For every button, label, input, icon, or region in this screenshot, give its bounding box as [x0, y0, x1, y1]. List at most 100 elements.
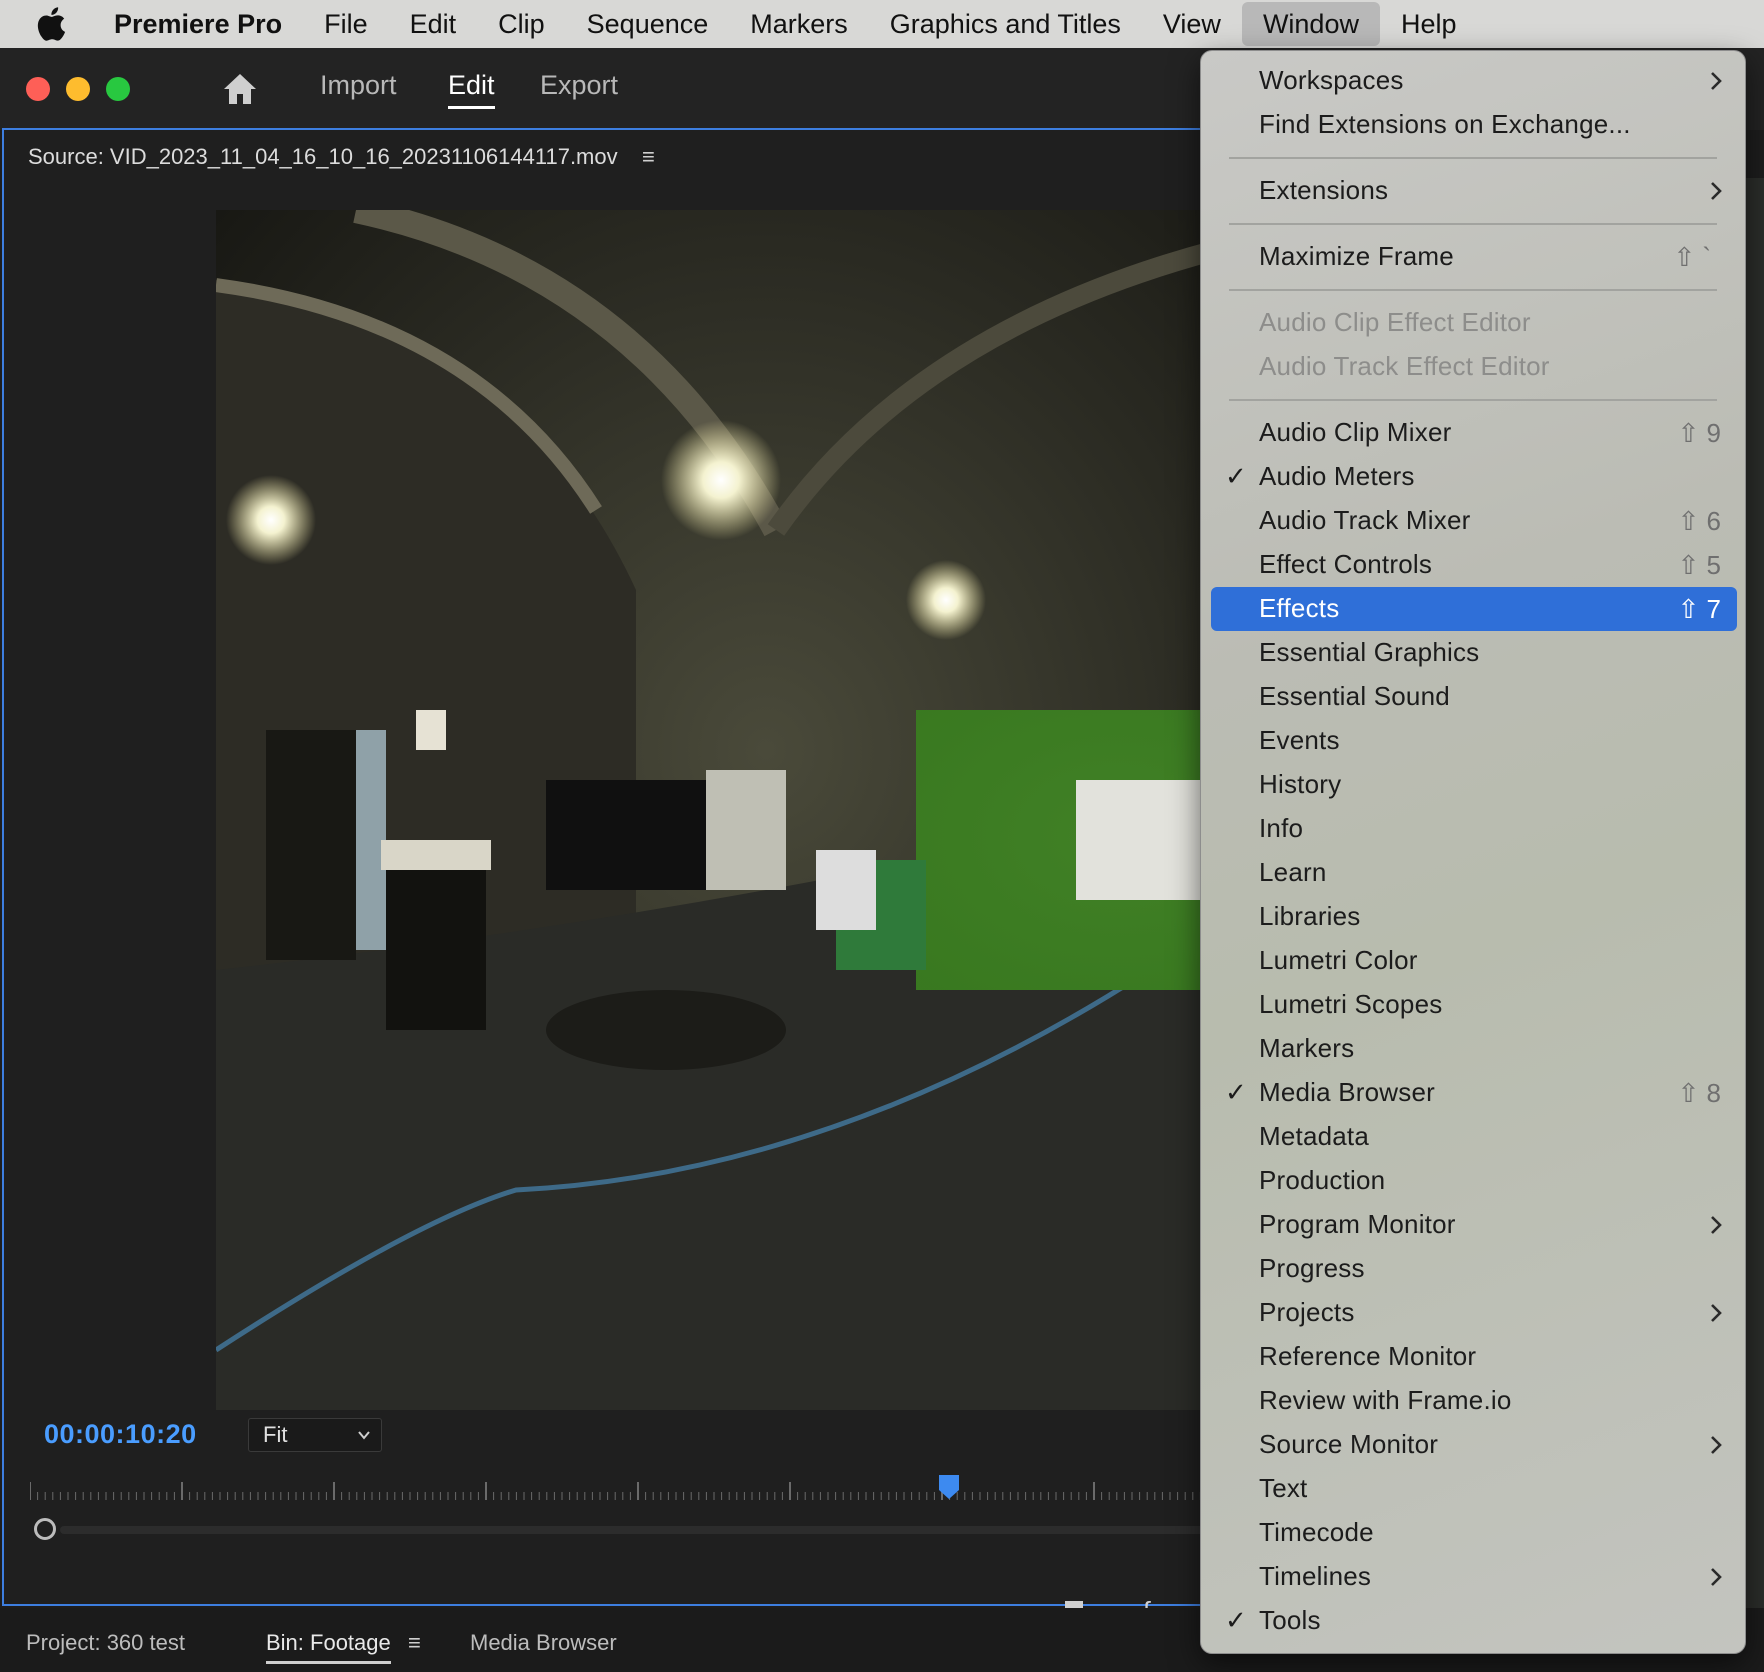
home-icon[interactable] — [222, 72, 258, 106]
close-window-button[interactable] — [26, 77, 50, 101]
menu-item-essential-sound[interactable]: Essential Sound — [1211, 675, 1737, 719]
source-monitor-panel: Source: VID_2023_11_04_16_10_16_20231106… — [2, 128, 1302, 1606]
menu-help[interactable]: Help — [1380, 0, 1478, 48]
menu-item-markers[interactable]: Markers — [1211, 1027, 1737, 1071]
menu-item-label: Timelines — [1259, 1561, 1372, 1591]
playhead-icon[interactable] — [938, 1474, 960, 1500]
menu-item-shortcut: ⇧ 6 — [1677, 506, 1721, 536]
macos-menu-bar: Premiere Pro File Edit Clip Sequence Mar… — [0, 0, 1764, 48]
menu-item-shortcut: ⇧ 8 — [1677, 1078, 1721, 1108]
menu-item-label: Media Browser — [1259, 1077, 1435, 1107]
video-preview — [216, 210, 1302, 1410]
menu-edit[interactable]: Edit — [389, 0, 478, 48]
menu-item-extensions[interactable]: Extensions — [1211, 169, 1737, 213]
menu-item-timecode[interactable]: Timecode — [1211, 1511, 1737, 1555]
tab-import[interactable]: Import — [320, 70, 397, 101]
window-dropdown-menu: Workspaces Find Extensions on Exchange...… — [1200, 50, 1746, 1654]
menu-item-lumetri-scopes[interactable]: Lumetri Scopes — [1211, 983, 1737, 1027]
time-ruler[interactable] — [30, 1470, 1302, 1510]
menu-item-maximize-frame[interactable]: Maximize Frame ⇧ ` — [1211, 235, 1737, 279]
chevron-down-icon — [358, 1431, 370, 1440]
menu-item-shortcut: ⇧ ` — [1673, 242, 1711, 272]
menu-item-label: Events — [1259, 725, 1340, 755]
tab-edit[interactable]: Edit — [448, 70, 495, 109]
source-monitor-title[interactable]: Source: VID_2023_11_04_16_10_16_20231106… — [28, 144, 618, 170]
menu-item-label: Lumetri Scopes — [1259, 989, 1443, 1019]
chevron-right-icon — [1711, 1216, 1722, 1234]
menu-item-lumetri-color[interactable]: Lumetri Color — [1211, 939, 1737, 983]
menu-item-projects[interactable]: Projects — [1211, 1291, 1737, 1335]
menu-markers[interactable]: Markers — [729, 0, 869, 48]
menu-item-label: Metadata — [1259, 1121, 1370, 1151]
menu-item-label: Text — [1259, 1473, 1308, 1503]
zoom-scroll-bar[interactable] — [60, 1526, 1302, 1534]
maximize-window-button[interactable] — [106, 77, 130, 101]
menu-item-label: Lumetri Color — [1259, 945, 1418, 975]
apple-icon[interactable] — [36, 0, 78, 48]
menu-item-label: Markers — [1259, 1033, 1355, 1063]
menu-item-learn[interactable]: Learn — [1211, 851, 1737, 895]
menu-item-media-browser[interactable]: ✓ Media Browser ⇧ 8 — [1211, 1071, 1737, 1115]
menu-item-label: Audio Clip Effect Editor — [1259, 307, 1531, 337]
menu-item-essential-graphics[interactable]: Essential Graphics — [1211, 631, 1737, 675]
menu-item-events[interactable]: Events — [1211, 719, 1737, 763]
menu-item-production[interactable]: Production — [1211, 1159, 1737, 1203]
menu-item-label: Projects — [1259, 1297, 1355, 1327]
minimize-window-button[interactable] — [66, 77, 90, 101]
zoom-select-value: Fit — [263, 1422, 288, 1447]
menu-item-label: Libraries — [1259, 901, 1361, 931]
menu-item-label: Maximize Frame — [1259, 241, 1454, 271]
menu-item-label: Timecode — [1259, 1517, 1374, 1547]
menu-item-program-monitor[interactable]: Program Monitor — [1211, 1203, 1737, 1247]
menu-item-audio-clip-effect-editor: Audio Clip Effect Editor — [1211, 301, 1737, 345]
menu-item-label: Effect Controls — [1259, 549, 1433, 579]
tab-project[interactable]: Project: 360 test — [26, 1630, 185, 1656]
menu-item-label: Extensions — [1259, 175, 1389, 205]
menu-graphics-and-titles[interactable]: Graphics and Titles — [869, 0, 1142, 48]
menu-item-audio-track-effect-editor: Audio Track Effect Editor — [1211, 345, 1737, 389]
menu-item-metadata[interactable]: Metadata — [1211, 1115, 1737, 1159]
menu-item-text[interactable]: Text — [1211, 1467, 1737, 1511]
menu-item-libraries[interactable]: Libraries — [1211, 895, 1737, 939]
menu-item-history[interactable]: History — [1211, 763, 1737, 807]
menu-separator — [1229, 399, 1717, 401]
chevron-right-icon — [1711, 72, 1722, 90]
menu-item-label: Program Monitor — [1259, 1209, 1456, 1239]
menu-clip[interactable]: Clip — [477, 0, 566, 48]
panel-menu-icon[interactable]: ≡ — [408, 1630, 421, 1656]
menu-app-name[interactable]: Premiere Pro — [114, 0, 303, 48]
menu-separator — [1229, 223, 1717, 225]
menu-item-workspaces[interactable]: Workspaces — [1211, 59, 1737, 103]
panel-menu-icon[interactable]: ≡ — [642, 146, 660, 168]
menu-item-audio-meters[interactable]: ✓ Audio Meters — [1211, 455, 1737, 499]
menu-item-reference-monitor[interactable]: Reference Monitor — [1211, 1335, 1737, 1379]
menu-file[interactable]: File — [303, 0, 389, 48]
menu-item-audio-track-mixer[interactable]: Audio Track Mixer ⇧ 6 — [1211, 499, 1737, 543]
menu-window[interactable]: Window — [1241, 2, 1380, 46]
menu-item-audio-clip-mixer[interactable]: Audio Clip Mixer ⇧ 9 — [1211, 411, 1737, 455]
menu-item-source-monitor[interactable]: Source Monitor — [1211, 1423, 1737, 1467]
scrub-start-handle[interactable] — [34, 1518, 56, 1540]
tab-export[interactable]: Export — [540, 70, 618, 101]
menu-item-progress[interactable]: Progress — [1211, 1247, 1737, 1291]
menu-sequence[interactable]: Sequence — [566, 0, 730, 48]
menu-item-label: Find Extensions on Exchange... — [1259, 109, 1631, 139]
chevron-right-icon — [1711, 182, 1722, 200]
menu-item-review-with-frame-io[interactable]: Review with Frame.io — [1211, 1379, 1737, 1423]
chevron-right-icon — [1711, 1436, 1722, 1454]
menu-item-info[interactable]: Info — [1211, 807, 1737, 851]
zoom-select[interactable]: Fit — [248, 1418, 382, 1452]
menu-item-find-extensions-on-exchange[interactable]: Find Extensions on Exchange... — [1211, 103, 1737, 147]
menu-item-tools[interactable]: ✓ Tools — [1211, 1599, 1737, 1643]
menu-item-label: History — [1259, 769, 1342, 799]
chevron-right-icon — [1711, 1304, 1722, 1322]
checkmark-icon: ✓ — [1225, 1077, 1247, 1107]
menu-item-effects[interactable]: Effects ⇧ 7 — [1211, 587, 1737, 631]
checkmark-icon: ✓ — [1225, 1605, 1247, 1635]
source-timecode[interactable]: 00:00:10:20 — [44, 1419, 197, 1450]
menu-view[interactable]: View — [1142, 0, 1242, 48]
menu-item-effect-controls[interactable]: Effect Controls ⇧ 5 — [1211, 543, 1737, 587]
menu-item-timelines[interactable]: Timelines — [1211, 1555, 1737, 1599]
tab-media-browser[interactable]: Media Browser — [470, 1630, 617, 1656]
tab-bin-footage[interactable]: Bin: Footage — [266, 1630, 391, 1664]
